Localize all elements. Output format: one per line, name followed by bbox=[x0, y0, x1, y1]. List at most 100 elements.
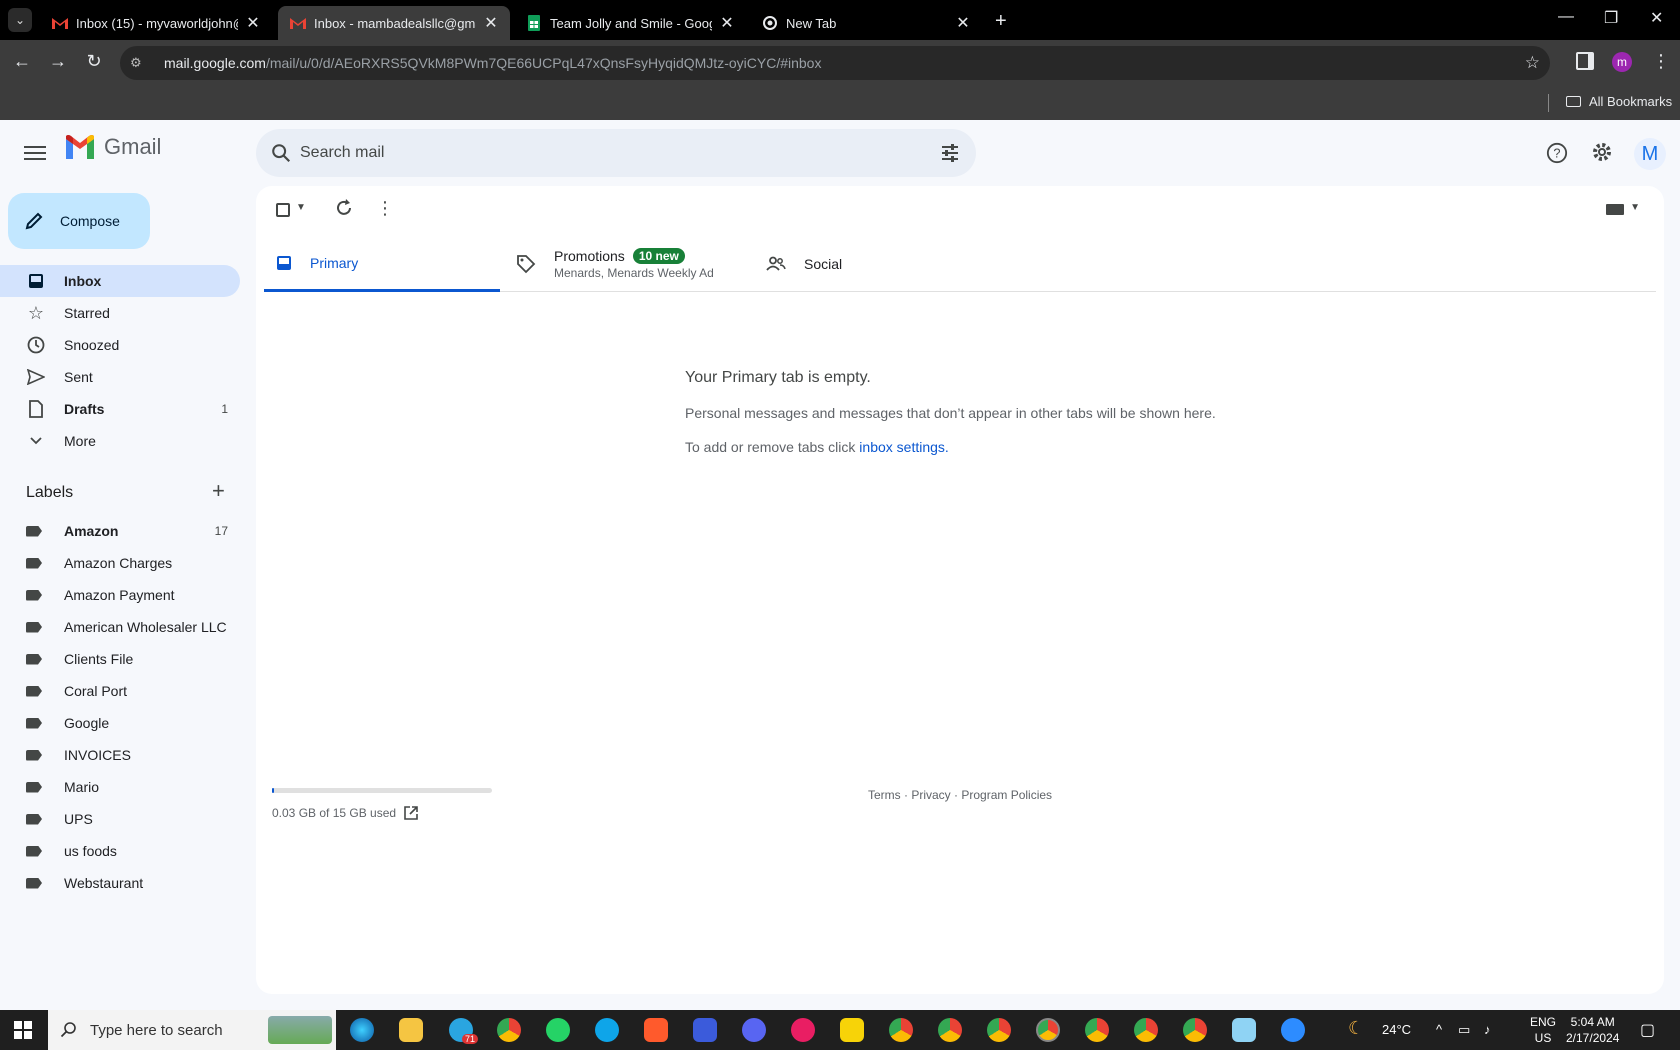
terms-link[interactable]: Terms bbox=[868, 788, 901, 802]
chrome-profile-icon[interactable] bbox=[889, 1018, 913, 1042]
minimize-button[interactable]: — bbox=[1558, 8, 1574, 26]
inbox-settings-link[interactable]: inbox settings. bbox=[859, 439, 949, 455]
chrome-menu-icon[interactable]: ⋮ bbox=[1652, 51, 1670, 72]
browser-toolbar: ← → ↻ ⚙ mail.google.com/mail/u/0/d/AEoRX… bbox=[0, 40, 1680, 86]
label-item[interactable]: Amazon Payment bbox=[0, 579, 240, 611]
select-caret-icon[interactable]: ▼ bbox=[296, 202, 306, 213]
profile-avatar[interactable]: m bbox=[1612, 52, 1632, 72]
tab-search-button[interactable]: ⌄ bbox=[8, 8, 32, 32]
temperature[interactable]: 24°C bbox=[1382, 1022, 1411, 1037]
chrome-profile-icon[interactable] bbox=[1134, 1018, 1158, 1042]
close-icon[interactable]: ✕ bbox=[954, 13, 972, 33]
nav-item-drafts[interactable]: Drafts 1 bbox=[0, 393, 240, 425]
close-icon[interactable]: ✕ bbox=[718, 13, 736, 33]
chrome-profile-icon[interactable] bbox=[938, 1018, 962, 1042]
settings-gear-icon[interactable] bbox=[1590, 140, 1614, 164]
discord-icon[interactable] bbox=[742, 1018, 766, 1042]
close-icon[interactable]: ✕ bbox=[244, 13, 262, 33]
help-icon[interactable]: ? bbox=[1546, 142, 1568, 164]
search-input[interactable] bbox=[300, 129, 860, 177]
label-item[interactable]: Google bbox=[0, 707, 240, 739]
chevron-up-icon[interactable]: ^ bbox=[1436, 1022, 1442, 1037]
weather-moon-icon[interactable]: ☾ bbox=[1348, 1018, 1364, 1039]
label-item[interactable]: Coral Port bbox=[0, 675, 240, 707]
search-bar[interactable] bbox=[256, 129, 976, 177]
nav-item-inbox[interactable]: Inbox bbox=[0, 265, 240, 297]
refresh-icon[interactable] bbox=[334, 198, 354, 218]
slack-icon[interactable] bbox=[791, 1018, 815, 1042]
nav-item-starred[interactable]: ☆ Starred bbox=[0, 297, 240, 329]
label-item[interactable]: Clients File bbox=[0, 643, 240, 675]
input-tools-caret-icon[interactable]: ▼ bbox=[1630, 202, 1640, 213]
bookmark-star-icon[interactable]: ☆ bbox=[1525, 53, 1540, 73]
taskbar-search[interactable]: Type here to search bbox=[48, 1010, 336, 1050]
chrome-profile-icon[interactable] bbox=[1036, 1018, 1060, 1042]
label-item[interactable]: us foods bbox=[0, 835, 240, 867]
notepad-icon[interactable] bbox=[1232, 1018, 1256, 1042]
network-icon[interactable]: ▭ bbox=[1458, 1022, 1470, 1038]
svg-text:?: ? bbox=[1553, 146, 1560, 161]
language-indicator[interactable]: ENG US bbox=[1530, 1014, 1556, 1046]
more-options-icon[interactable]: ⋮ bbox=[376, 198, 394, 219]
file-explorer-icon[interactable] bbox=[399, 1018, 423, 1042]
label-item[interactable]: Amazon 17 bbox=[0, 515, 240, 547]
select-all-checkbox[interactable] bbox=[276, 203, 290, 217]
main-menu-icon[interactable] bbox=[24, 142, 46, 164]
site-info-icon[interactable]: ⚙ bbox=[130, 55, 150, 71]
window-close-button[interactable]: ✕ bbox=[1650, 8, 1663, 28]
tab-promotions[interactable]: Promotions 10 new Menards, Menards Weekl… bbox=[504, 236, 750, 292]
browser-tab[interactable]: Inbox (15) - myvaworldjohn@gmail.com ✕ bbox=[40, 6, 272, 40]
open-in-new-icon[interactable] bbox=[404, 806, 418, 820]
search-options-icon[interactable] bbox=[940, 143, 960, 163]
forward-button[interactable]: → bbox=[46, 51, 70, 72]
all-bookmarks-button[interactable]: All Bookmarks bbox=[1566, 94, 1672, 109]
browser-tab[interactable]: Team Jolly and Smile - Google Sheets ✕ bbox=[514, 6, 746, 40]
gmail-logo[interactable]: Gmail bbox=[64, 134, 161, 160]
clock[interactable]: 5:04 AM 2/17/2024 bbox=[1566, 1014, 1619, 1046]
account-avatar[interactable]: M bbox=[1634, 138, 1666, 170]
tab-social[interactable]: Social bbox=[754, 236, 990, 292]
volume-icon[interactable]: ♪ bbox=[1484, 1022, 1491, 1037]
browser-tab-active[interactable]: Inbox - mambadealsllc@gmail.com ✕ bbox=[278, 6, 510, 40]
nav-item-snoozed[interactable]: Snoozed bbox=[0, 329, 240, 361]
brave-icon[interactable] bbox=[644, 1018, 668, 1042]
close-icon[interactable]: ✕ bbox=[482, 13, 500, 33]
label-item[interactable]: UPS bbox=[0, 803, 240, 835]
label-item[interactable]: Webstaurant bbox=[0, 867, 240, 899]
whatsapp-icon[interactable] bbox=[546, 1018, 570, 1042]
chrome-profile-icon[interactable] bbox=[1183, 1018, 1207, 1042]
side-panel-icon[interactable] bbox=[1576, 52, 1594, 70]
notifications-icon[interactable]: ▢ bbox=[1640, 1020, 1655, 1040]
nav-item-more[interactable]: More bbox=[0, 425, 240, 457]
label-item[interactable]: Amazon Charges bbox=[0, 547, 240, 579]
label-item[interactable]: INVOICES bbox=[0, 739, 240, 771]
gmail-icon bbox=[290, 15, 306, 31]
skype-icon[interactable] bbox=[595, 1018, 619, 1042]
compose-button[interactable]: Compose bbox=[8, 193, 150, 249]
privacy-link[interactable]: Privacy bbox=[911, 788, 950, 802]
sticky-notes-icon[interactable] bbox=[840, 1018, 864, 1042]
label-item[interactable]: American Wholesaler LLC bbox=[0, 611, 240, 643]
reload-button[interactable]: ↻ bbox=[82, 51, 106, 72]
chrome-icon[interactable] bbox=[497, 1018, 521, 1042]
zoom-icon[interactable] bbox=[1281, 1018, 1305, 1042]
address-bar[interactable]: ⚙ mail.google.com/mail/u/0/d/AEoRXRS5QVk… bbox=[120, 46, 1550, 80]
back-button[interactable]: ← bbox=[10, 51, 34, 72]
add-label-button[interactable]: + bbox=[212, 478, 225, 504]
chrome-profile-icon[interactable] bbox=[1085, 1018, 1109, 1042]
program-policies-link[interactable]: Program Policies bbox=[961, 788, 1052, 802]
url-text[interactable]: mail.google.com/mail/u/0/d/AEoRXRS5QVkM8… bbox=[164, 55, 821, 71]
browser-tab[interactable]: New Tab ✕ bbox=[750, 6, 982, 40]
search-icon[interactable] bbox=[270, 142, 292, 164]
new-tab-button[interactable]: + bbox=[995, 10, 1007, 33]
windows-start-button[interactable] bbox=[14, 1021, 32, 1039]
restore-button[interactable]: ❐ bbox=[1604, 8, 1618, 28]
edge-icon[interactable] bbox=[350, 1018, 374, 1042]
keyboard-icon[interactable] bbox=[1606, 204, 1624, 215]
nav-item-sent[interactable]: Sent bbox=[0, 361, 240, 393]
footer-links: Terms · Privacy · Program Policies bbox=[868, 788, 1053, 802]
app-icon[interactable] bbox=[693, 1018, 717, 1042]
tab-primary[interactable]: Primary bbox=[264, 236, 500, 292]
label-item[interactable]: Mario bbox=[0, 771, 240, 803]
chrome-profile-icon[interactable] bbox=[987, 1018, 1011, 1042]
